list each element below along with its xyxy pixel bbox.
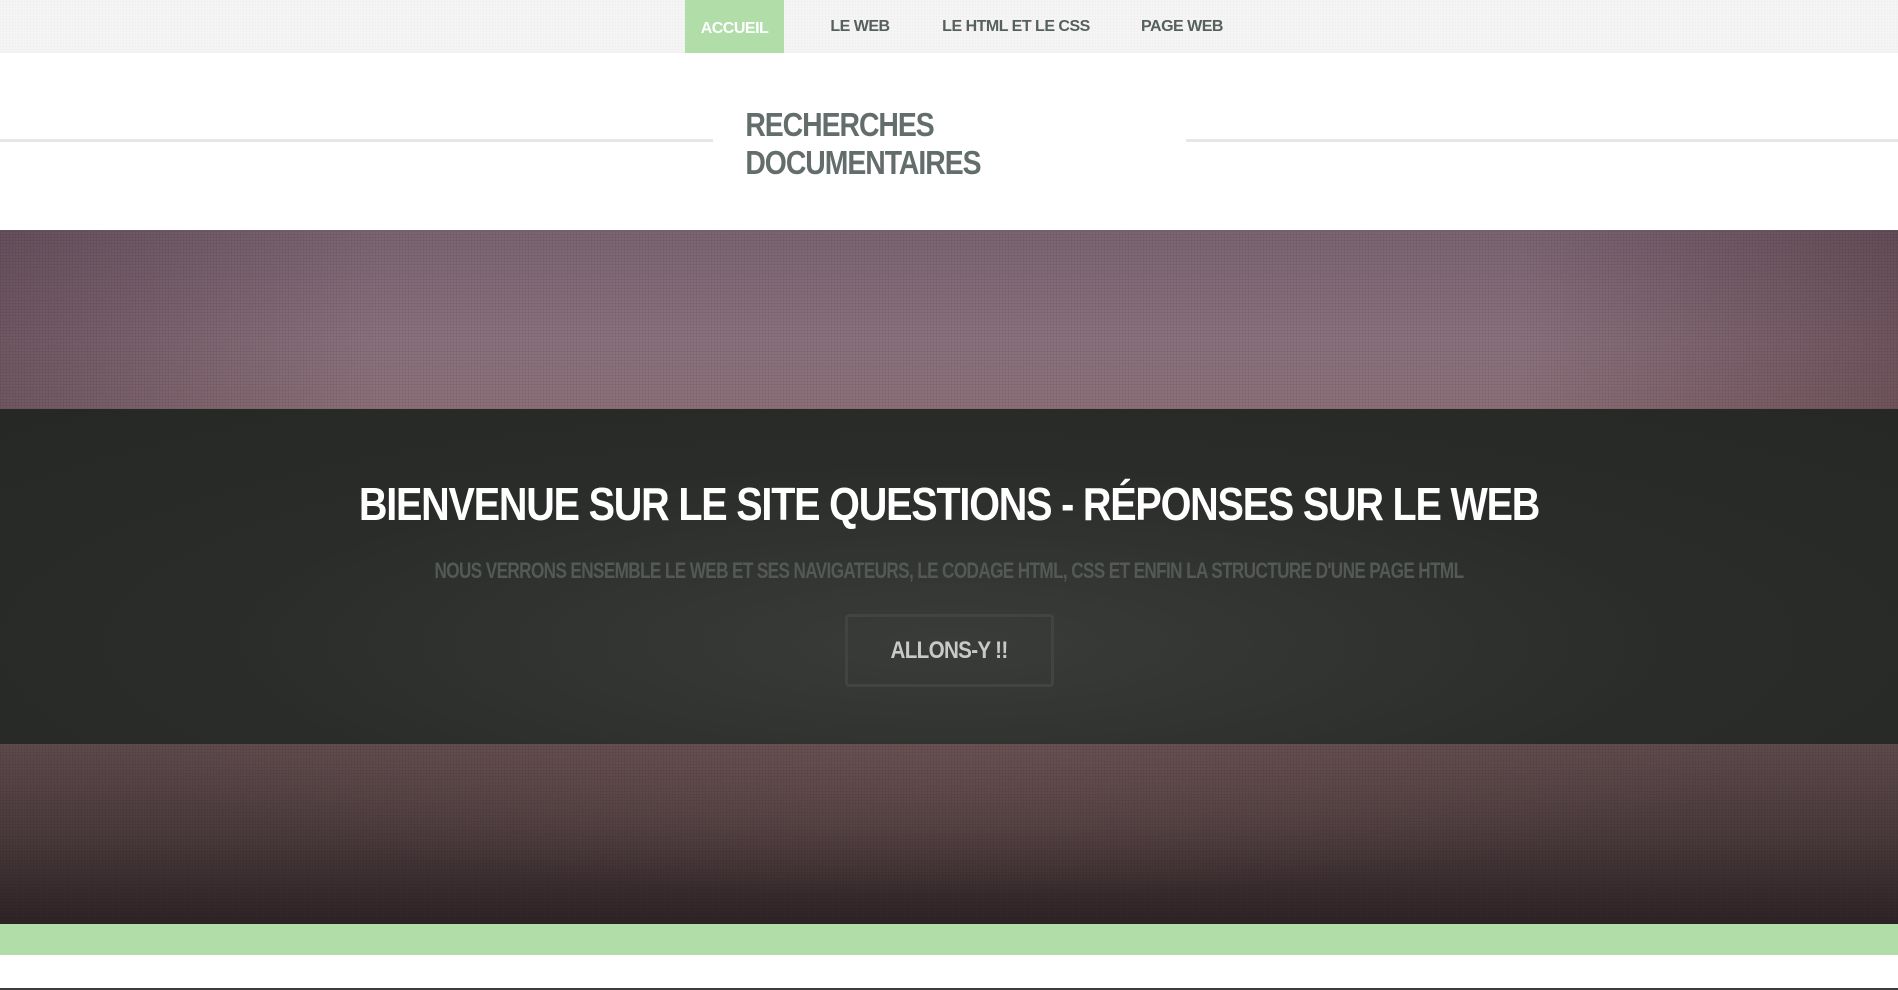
title-divider-left xyxy=(0,139,713,142)
allons-y-button-label: ALLONS-Y !! xyxy=(890,636,1009,664)
title-divider-right xyxy=(1186,139,1898,142)
allons-y-button[interactable]: ALLONS-Y !! xyxy=(845,614,1054,687)
hero-subtitle: NOUS VERRONS ENSEMBLE LE WEB ET SES NAVI… xyxy=(434,558,1465,583)
nav-item-accueil[interactable]: ACCUEIL xyxy=(685,0,784,57)
hero-heading: BIENVENUE SUR LE SITE QUESTIONS - RÉPONS… xyxy=(358,478,1541,530)
section-title: RECHERCHES DOCUMENTAIRES xyxy=(745,106,981,181)
nav-item-le-html-et-le-css[interactable]: LE HTML ET LE CSS xyxy=(940,0,1092,53)
nav-item-le-web[interactable]: LE WEB xyxy=(812,0,908,53)
hero-background-top xyxy=(0,230,1898,409)
nav-item-page-web[interactable]: PAGE WEB xyxy=(1126,0,1238,53)
hero-background-bottom xyxy=(0,744,1898,924)
accent-strip xyxy=(0,924,1898,955)
top-navigation: ACCUEIL LE WEB LE HTML ET LE CSS PAGE WE… xyxy=(0,0,1898,57)
content-area xyxy=(0,955,1898,988)
